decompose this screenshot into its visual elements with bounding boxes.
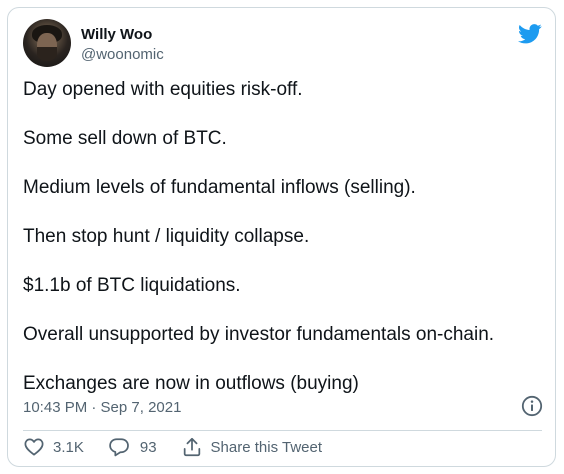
tweet-timestamp[interactable]: 10:43 PM · Sep 7, 2021 (23, 399, 181, 416)
tweet-line: Then stop hunt / liquidity collapse. (23, 226, 310, 247)
author-name[interactable]: Willy Woo (81, 26, 152, 43)
author-handle[interactable]: @woonomic (81, 46, 164, 63)
reply-bubble-icon (109, 438, 129, 457)
tweet-line: Medium levels of fundamental inflows (se… (23, 177, 416, 198)
tweet-text: Day opened with equities risk-off. Some … (23, 78, 543, 421)
like-count: 3.1K (53, 438, 84, 456)
share-button[interactable]: Share this Tweet (181, 436, 322, 458)
share-label: Share this Tweet (210, 438, 322, 456)
heart-icon (24, 438, 44, 456)
avatar[interactable] (23, 19, 71, 67)
divider (23, 430, 542, 431)
tweet-line: Day opened with equities risk-off. (23, 79, 303, 100)
twitter-bird-icon[interactable] (518, 24, 542, 44)
tweet-line: $1.1b of BTC liquidations. (23, 275, 241, 296)
avatar-beard (37, 47, 57, 61)
tweet-line: Overall unsupported by investor fundamen… (23, 324, 495, 345)
like-button[interactable]: 3.1K (23, 436, 84, 458)
tweet-line: Some sell down of BTC. (23, 128, 227, 149)
share-icon (183, 437, 200, 457)
info-icon[interactable] (521, 395, 543, 417)
tweet-line: Exchanges are now in outflows (buying) (23, 373, 359, 394)
reply-button[interactable]: 93 (108, 436, 157, 458)
tweet-card: Willy Woo @woonomic Day opened with equi… (7, 7, 556, 467)
reply-count: 93 (139, 438, 157, 456)
action-bar: 3.1K 93 Share this Tweet (23, 435, 346, 459)
